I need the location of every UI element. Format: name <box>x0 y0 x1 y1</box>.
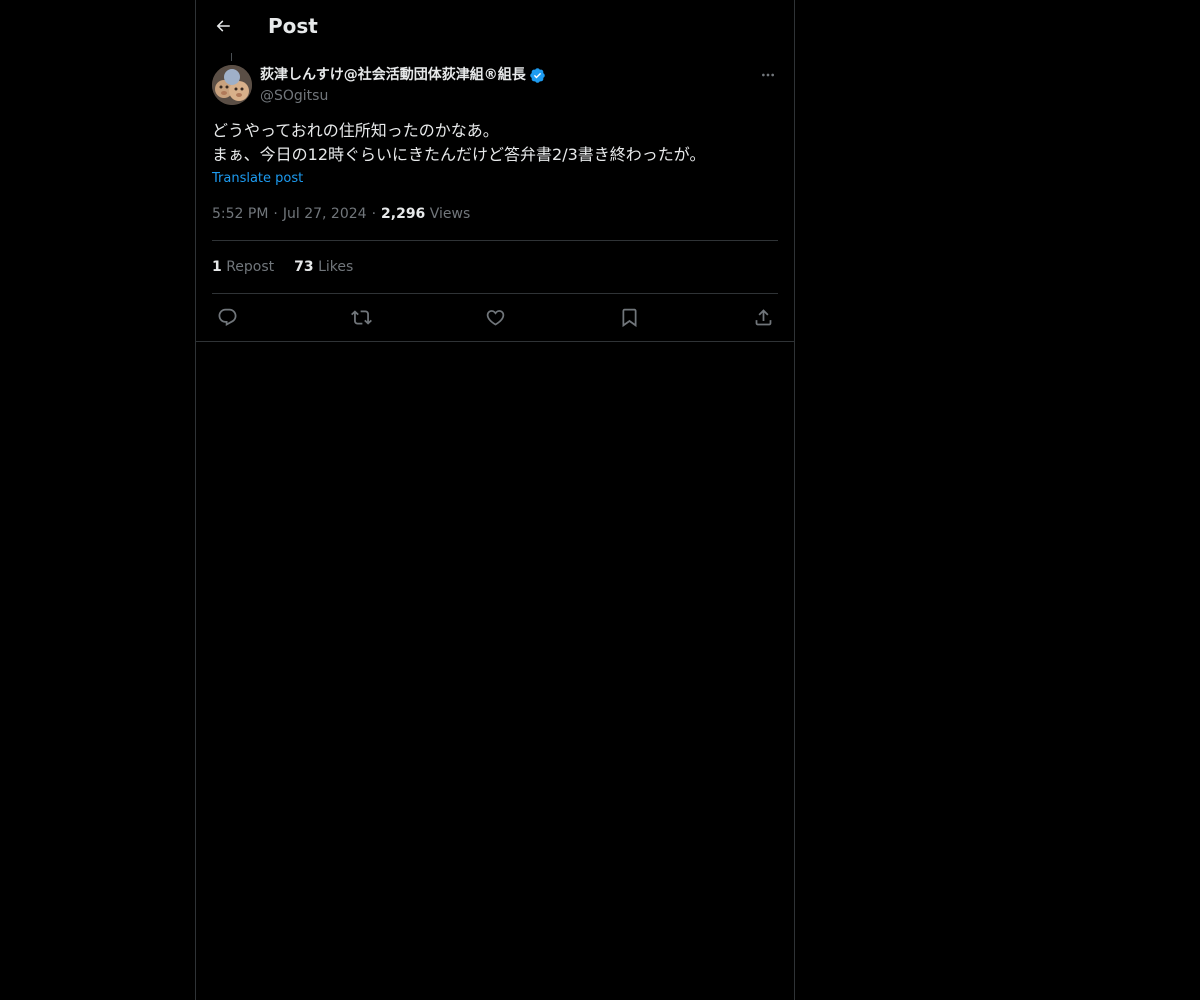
primary-column: Post 荻津しんすけ@社会活動団体荻津組®組長 @SOgitsu どうやってお… <box>195 0 795 1000</box>
author-name[interactable]: 荻津しんすけ@社会活動団体荻津組®組長 <box>260 64 546 86</box>
page-header: Post <box>196 0 794 53</box>
likes-label: Likes <box>318 259 354 275</box>
reply-icon <box>218 308 236 326</box>
reposts-label: Repost <box>226 259 275 275</box>
reply-button[interactable] <box>212 302 242 332</box>
divider <box>212 240 778 241</box>
author-name-text: 荻津しんすけ@社会活動団体荻津組®組長 <box>260 67 526 83</box>
meta-separator: · <box>371 206 377 222</box>
tweet-date[interactable]: Jul 27, 2024 <box>283 206 367 222</box>
tweet-meta: 5:52 PM · Jul 27, 2024 · 2,296 Views <box>212 204 470 224</box>
divider <box>196 341 794 342</box>
reposts-stat[interactable]: 1 Repost <box>212 257 274 277</box>
action-bar <box>212 302 778 332</box>
likes-stat[interactable]: 73 Likes <box>294 257 353 277</box>
repost-button[interactable] <box>346 302 376 332</box>
views-count: 2,296 <box>381 206 426 222</box>
more-icon <box>762 73 774 77</box>
translate-post-link[interactable]: Translate post <box>212 170 303 188</box>
more-options-button[interactable] <box>756 64 780 86</box>
bookmark-button[interactable] <box>614 302 644 332</box>
share-icon <box>755 308 771 325</box>
tweet-text: どうやっておれの住所知ったのかなあ。 まぁ、今日の12時ぐらいにきたんだけど答弁… <box>212 121 706 164</box>
verified-badge-icon <box>529 67 546 84</box>
like-icon <box>486 309 504 326</box>
author-handle[interactable]: @SOgitsu <box>260 86 328 106</box>
like-button[interactable] <box>480 302 510 332</box>
engagement-stats: 1 Repost 73 Likes <box>212 257 373 277</box>
avatar-image <box>212 65 252 105</box>
back-button[interactable] <box>208 11 238 41</box>
reposts-count: 1 <box>212 259 222 275</box>
repost-icon <box>350 309 372 325</box>
meta-separator: · <box>273 206 278 222</box>
thread-connector-line <box>231 53 232 61</box>
divider <box>212 293 778 294</box>
views-label: Views <box>429 206 471 222</box>
likes-count: 73 <box>294 259 314 275</box>
tweet-time[interactable]: 5:52 PM <box>212 206 268 222</box>
arrow-left-icon <box>216 20 230 32</box>
avatar[interactable] <box>212 65 252 105</box>
share-button[interactable] <box>748 302 778 332</box>
page-title: Post <box>268 14 318 38</box>
bookmark-icon <box>622 308 636 327</box>
